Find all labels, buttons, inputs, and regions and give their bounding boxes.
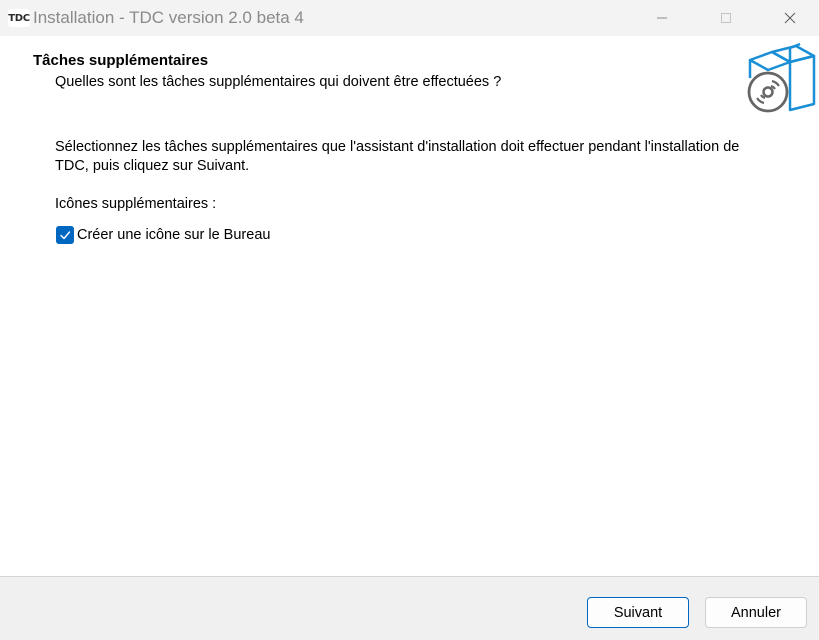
minimize-button[interactable] <box>639 0 685 36</box>
installer-window: TDC Installation - TDC version 2.0 beta … <box>0 0 819 640</box>
checkmark-icon <box>60 231 71 240</box>
next-button[interactable]: Suivant <box>587 597 689 628</box>
wizard-header: Tâches supplémentaires Quelles sont les … <box>0 36 819 118</box>
cancel-button[interactable]: Annuler <box>705 597 807 628</box>
wizard-footer: Suivant Annuler <box>0 576 819 640</box>
minimize-icon <box>657 17 667 19</box>
instructions-text: Sélectionnez les tâches supplémentaires … <box>55 139 740 174</box>
desktop-icon-checkbox[interactable] <box>56 226 74 244</box>
installer-box-disc-icon <box>747 42 816 113</box>
app-icon: TDC <box>8 9 30 27</box>
close-icon <box>784 12 796 24</box>
maximize-icon <box>721 13 731 23</box>
task-desktop-icon[interactable]: Créer une icône sur le Bureau <box>56 226 270 244</box>
window-title: Installation - TDC version 2.0 beta 4 <box>33 8 304 27</box>
desktop-icon-label[interactable]: Créer une icône sur le Bureau <box>77 227 270 243</box>
section-label: Icônes supplémentaires : <box>55 196 217 212</box>
title-bar[interactable]: TDC Installation - TDC version 2.0 beta … <box>0 0 819 36</box>
maximize-button[interactable] <box>703 0 749 36</box>
page-title: Tâches supplémentaires <box>33 52 209 69</box>
close-button[interactable] <box>767 0 813 36</box>
page-subtitle: Quelles sont les tâches supplémentaires … <box>55 74 502 90</box>
